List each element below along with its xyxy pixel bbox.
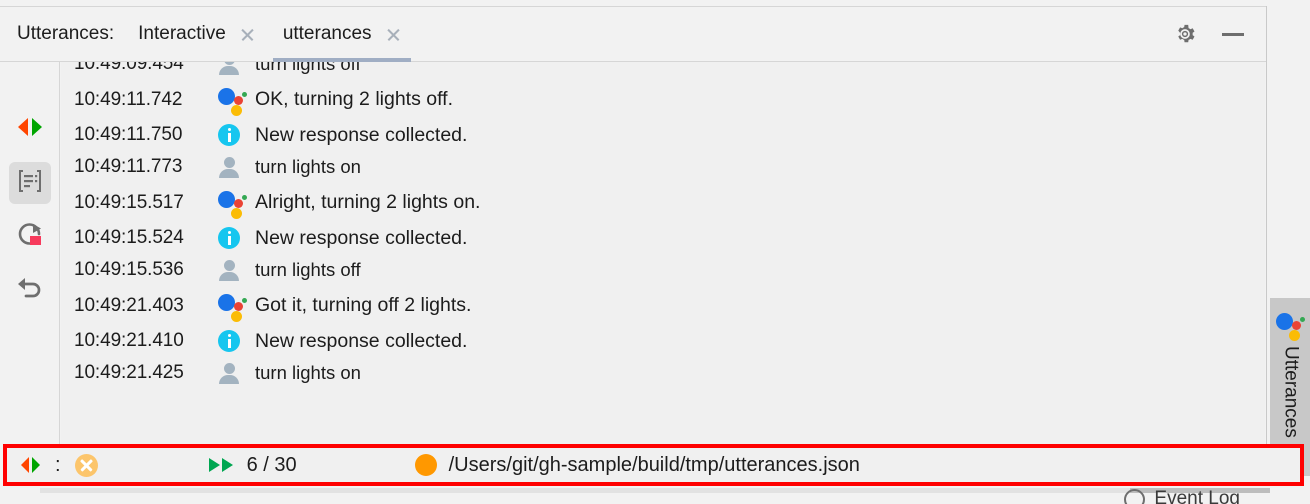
rerun-with-stop-icon — [16, 221, 44, 254]
log-entry-row[interactable]: 10:49:09.454 turn lights off — [61, 62, 1265, 80]
undo-arrow-icon — [16, 276, 44, 307]
status-nav-group[interactable]: : — [7, 453, 98, 477]
compare-diff-button[interactable] — [9, 108, 51, 150]
status-separator: : — [55, 454, 61, 476]
log-entry-timestamp: 10:49:15.536 — [74, 259, 184, 280]
status-bar: : 6 / 30 /Users/git/gh-sample/build/tmp/… — [3, 444, 1304, 486]
log-entry-message: turn lights on — [255, 156, 361, 177]
log-entry-row[interactable]: 10:49:15.536 turn lights off — [61, 254, 1265, 286]
log-entry-icon — [213, 227, 255, 249]
log-entry-row[interactable]: 10:49:21.403 Got it, turning off 2 lights… — [61, 286, 1265, 325]
log-entry-message: Got it, turning off 2 lights. — [255, 294, 472, 316]
close-icon[interactable] — [240, 27, 255, 42]
log-entry-list: 10:49:09.454 turn lights off 10:49:11.742 O… — [61, 62, 1265, 389]
gear-icon[interactable] — [1174, 23, 1196, 45]
log-entry-message: Alright, turning 2 lights on. — [255, 191, 481, 213]
person-icon — [218, 259, 240, 281]
tab-interactive-label: Interactive — [138, 23, 226, 44]
log-entry-row[interactable]: 10:49:15.517 Alright, turning 2 lights on… — [61, 183, 1265, 222]
info-icon — [218, 227, 240, 249]
log-entry-message: turn lights off — [255, 62, 361, 74]
event-log-label: Event Log — [1154, 488, 1240, 504]
person-icon — [218, 62, 240, 75]
left-toolbar — [0, 62, 60, 444]
log-entry-icon — [213, 124, 255, 146]
log-entry-row[interactable]: 10:49:11.750 New response collected. — [61, 119, 1265, 151]
log-entry-timestamp: 10:49:21.425 — [74, 362, 184, 383]
left-right-triangles-icon — [19, 456, 43, 474]
log-entry-row[interactable]: 10:49:21.410 New response collected. — [61, 325, 1265, 357]
log-entry-icon — [213, 85, 255, 116]
error-x-circle-icon[interactable] — [74, 453, 98, 477]
log-entry-timestamp: 10:49:09.454 — [74, 62, 184, 74]
info-icon — [218, 330, 240, 352]
log-entry-timestamp: 10:49:11.742 — [74, 88, 183, 110]
soft-wrap-button[interactable] — [8, 162, 51, 204]
tab-bar: Utterances: Interactive utterances — [0, 6, 1266, 62]
log-entry-icon — [213, 62, 255, 75]
log-entry-timestamp: 10:49:21.403 — [74, 294, 184, 316]
person-icon — [218, 156, 240, 178]
assistant-icon — [1275, 310, 1306, 341]
rerun-stop-button[interactable] — [9, 216, 51, 258]
log-entry-timestamp: 10:49:11.750 — [74, 124, 183, 145]
log-entry-message: New response collected. — [255, 226, 468, 249]
assistant-icon — [218, 85, 248, 116]
undo-button[interactable] — [9, 270, 51, 312]
log-entry-message: OK, turning 2 lights off. — [255, 88, 453, 110]
log-entry-row[interactable]: 10:49:15.524 New response collected. — [61, 222, 1265, 254]
right-tool-strip: Utterances — [1266, 6, 1310, 480]
tab-interactive[interactable]: Interactive — [124, 6, 269, 62]
tab-utterances[interactable]: utterances — [269, 6, 415, 62]
fast-forward-icon — [208, 457, 247, 473]
progress-counter: 6 / 30 — [246, 453, 297, 476]
horizontal-scrollbar[interactable] — [40, 486, 1310, 493]
log-entry-timestamp: 10:49:21.410 — [74, 330, 184, 351]
log-entry-message: New response collected. — [255, 123, 468, 146]
log-entry-icon — [213, 362, 255, 384]
log-entry-row[interactable]: 10:49:11.742 OK, turning 2 lights off. — [61, 80, 1265, 119]
left-right-triangles-icon — [16, 116, 44, 143]
file-path-label: /Users/git/gh-sample/build/tmp/utterance… — [448, 453, 860, 476]
footer-bar: Event Log — [0, 486, 1310, 504]
progress-group: 6 / 30 — [208, 454, 297, 477]
log-entry-icon — [213, 259, 255, 281]
log-entry-message: New response collected. — [255, 329, 468, 352]
circle-icon — [1124, 488, 1146, 504]
log-entry-message: turn lights on — [255, 362, 361, 383]
log-entry-row[interactable]: 10:49:21.425 turn lights on — [61, 357, 1265, 389]
log-entry-icon — [213, 291, 255, 322]
minimize-icon[interactable] — [1222, 32, 1244, 36]
log-entry-icon — [213, 188, 255, 219]
log-entry-row[interactable]: 10:49:11.773 turn lights on — [61, 151, 1265, 183]
utterances-tool-window: Utterances: Interactive utterances 10:49… — [0, 0, 1310, 504]
close-icon[interactable] — [386, 27, 401, 42]
scrollbar-track — [40, 488, 1270, 493]
person-icon — [218, 362, 240, 384]
tool-window-title: Utterances: — [17, 23, 115, 44]
info-icon — [218, 124, 240, 146]
file-path-group[interactable]: /Users/git/gh-sample/build/tmp/utterance… — [414, 453, 860, 477]
log-entry-timestamp: 10:49:11.773 — [74, 156, 183, 177]
tab-bar-actions — [1174, 23, 1266, 45]
log-entry-icon — [213, 156, 255, 178]
assistant-icon — [218, 291, 248, 322]
log-content-area[interactable]: 10:49:09.454 turn lights off 10:49:11.742 O… — [61, 62, 1265, 444]
side-tab-label: Utterances — [1280, 346, 1302, 438]
orange-dot-icon — [414, 454, 437, 476]
log-entry-icon — [213, 330, 255, 352]
assistant-icon — [218, 188, 248, 219]
log-entry-message: turn lights off — [255, 259, 361, 280]
text-wrap-icon — [17, 168, 43, 199]
event-log-button[interactable]: Event Log — [1124, 488, 1240, 504]
log-entry-timestamp: 10:49:15.524 — [74, 227, 184, 248]
log-entry-timestamp: 10:49:15.517 — [74, 191, 184, 213]
tab-utterances-label: utterances — [282, 23, 372, 44]
